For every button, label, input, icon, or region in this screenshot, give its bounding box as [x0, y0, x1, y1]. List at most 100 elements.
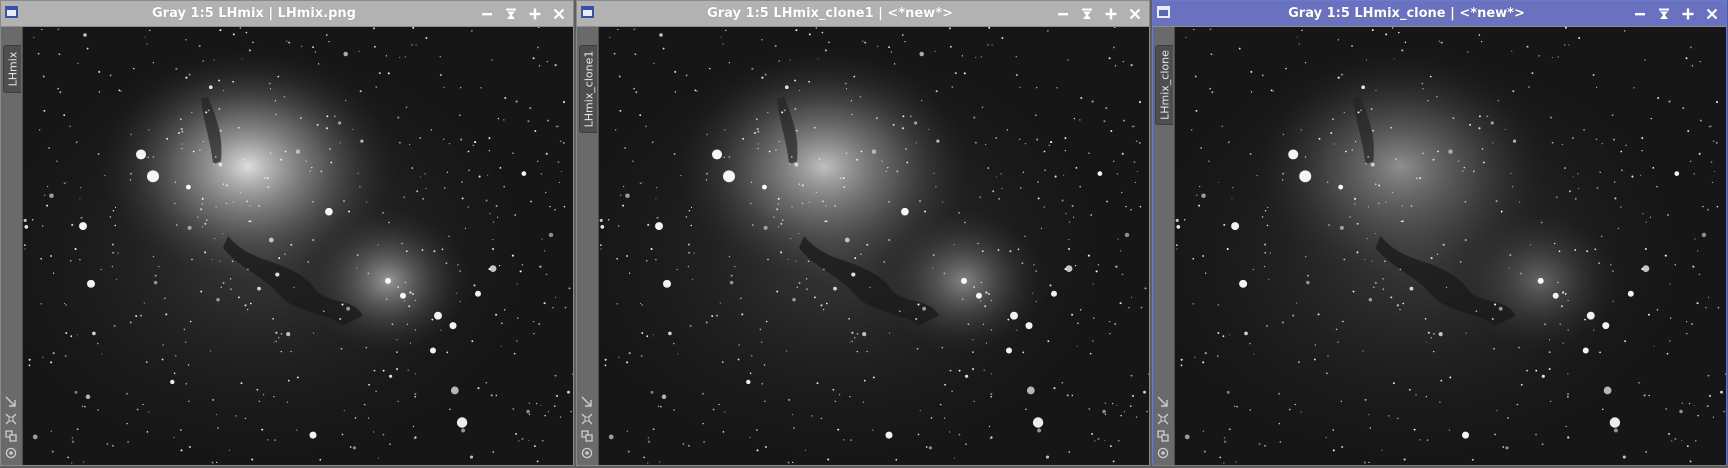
star [627, 450, 630, 453]
image-window-lhmix-clone1[interactable]: Gray 1:5 LHmix_clone1 | <*new*> LHmix_cl… [576, 0, 1150, 466]
image-window-lhmix[interactable]: Gray 1:5 LHmix | LHmix.png LHmix [0, 0, 574, 466]
star [295, 149, 301, 154]
star [152, 61, 154, 64]
star [813, 296, 816, 299]
star [1505, 446, 1509, 450]
minimize-button[interactable] [477, 5, 497, 22]
star [526, 409, 530, 414]
arrow-tool[interactable] [4, 395, 18, 408]
view-tab-lhmix-clone1[interactable]: LHmix_clone1 [579, 45, 597, 133]
title-bar[interactable]: Gray 1:5 LHmix_clone1 | <*new*> [577, 1, 1149, 27]
arrow-tool[interactable] [580, 395, 594, 408]
shade-button[interactable] [501, 5, 521, 22]
clone-icon [1157, 429, 1169, 442]
star [1550, 400, 1552, 403]
star [718, 403, 720, 406]
window-icon[interactable] [581, 6, 594, 18]
star [705, 179, 708, 181]
star [709, 67, 711, 70]
target-tool[interactable] [1156, 446, 1170, 459]
star [43, 109, 46, 112]
star [263, 177, 266, 179]
star [889, 332, 891, 334]
title-bar[interactable]: Gray 1:5 LHmix_clone | <*new*> [1153, 1, 1726, 27]
star [1491, 318, 1494, 320]
star [1492, 142, 1494, 144]
window-icon[interactable] [1157, 6, 1170, 18]
image-window-lhmix-clone[interactable]: Gray 1:5 LHmix_clone | <*new*> LHmix_clo… [1152, 0, 1727, 466]
star [1381, 449, 1383, 451]
star [191, 258, 193, 261]
clone-tool[interactable] [1156, 429, 1170, 442]
star [987, 44, 989, 46]
target-icon [1157, 447, 1169, 458]
star [311, 200, 314, 203]
clone-tool[interactable] [580, 429, 594, 442]
title-bar[interactable]: Gray 1:5 LHmix | LHmix.png [1, 1, 573, 27]
window-icon[interactable] [5, 6, 18, 18]
star [325, 127, 328, 130]
target-tool[interactable] [580, 446, 594, 459]
star [495, 313, 498, 316]
fit-tool[interactable] [4, 412, 18, 425]
clone-tool[interactable] [4, 429, 18, 442]
view-tab-lhmix[interactable]: LHmix [3, 45, 21, 93]
view-tab-lhmix-clone[interactable]: LHmix_clone [1155, 45, 1173, 125]
minimize-button[interactable] [1053, 5, 1073, 22]
shade-button[interactable] [1654, 5, 1674, 22]
close-button[interactable] [1125, 5, 1145, 22]
star [67, 456, 69, 459]
star [1228, 334, 1231, 336]
star [1512, 139, 1517, 143]
star [1375, 183, 1377, 185]
star [1006, 129, 1009, 131]
bright-star [1231, 222, 1240, 231]
star [1531, 72, 1534, 75]
image-view[interactable] [23, 27, 573, 465]
minimize-button[interactable] [1630, 5, 1650, 22]
star [162, 344, 164, 346]
maximize-button[interactable] [525, 5, 545, 22]
star [789, 59, 791, 61]
image-view[interactable] [599, 27, 1149, 465]
star [872, 429, 874, 431]
shade-button[interactable] [1077, 5, 1097, 22]
bright-star [449, 322, 457, 330]
close-button[interactable] [549, 5, 569, 22]
star [918, 200, 922, 203]
star [1281, 321, 1284, 324]
star [1681, 440, 1683, 442]
close-icon [553, 8, 565, 19]
star [674, 91, 677, 93]
star [805, 278, 808, 280]
star [856, 158, 859, 161]
star [1596, 86, 1598, 88]
star [851, 272, 856, 277]
arrow-tool[interactable] [1156, 395, 1170, 408]
star [650, 390, 654, 394]
star [142, 403, 144, 406]
maximize-button[interactable] [1678, 5, 1698, 22]
star [414, 329, 417, 331]
close-button[interactable] [1702, 5, 1722, 22]
star [489, 265, 497, 272]
star [872, 376, 875, 379]
star [1696, 302, 1699, 305]
star [1250, 70, 1253, 73]
star [273, 395, 275, 398]
star [356, 254, 359, 257]
image-view[interactable] [1175, 27, 1726, 465]
star [1432, 158, 1435, 161]
fit-tool[interactable] [580, 412, 594, 425]
star [1702, 205, 1704, 208]
star [983, 369, 985, 371]
star [98, 91, 101, 93]
star [1298, 43, 1300, 45]
star [1430, 336, 1433, 339]
maximize-button[interactable] [1101, 5, 1121, 22]
star [849, 395, 851, 398]
fit-tool[interactable] [1156, 412, 1170, 425]
fit-icon [581, 413, 593, 424]
target-tool[interactable] [4, 446, 18, 459]
star [1416, 177, 1418, 179]
